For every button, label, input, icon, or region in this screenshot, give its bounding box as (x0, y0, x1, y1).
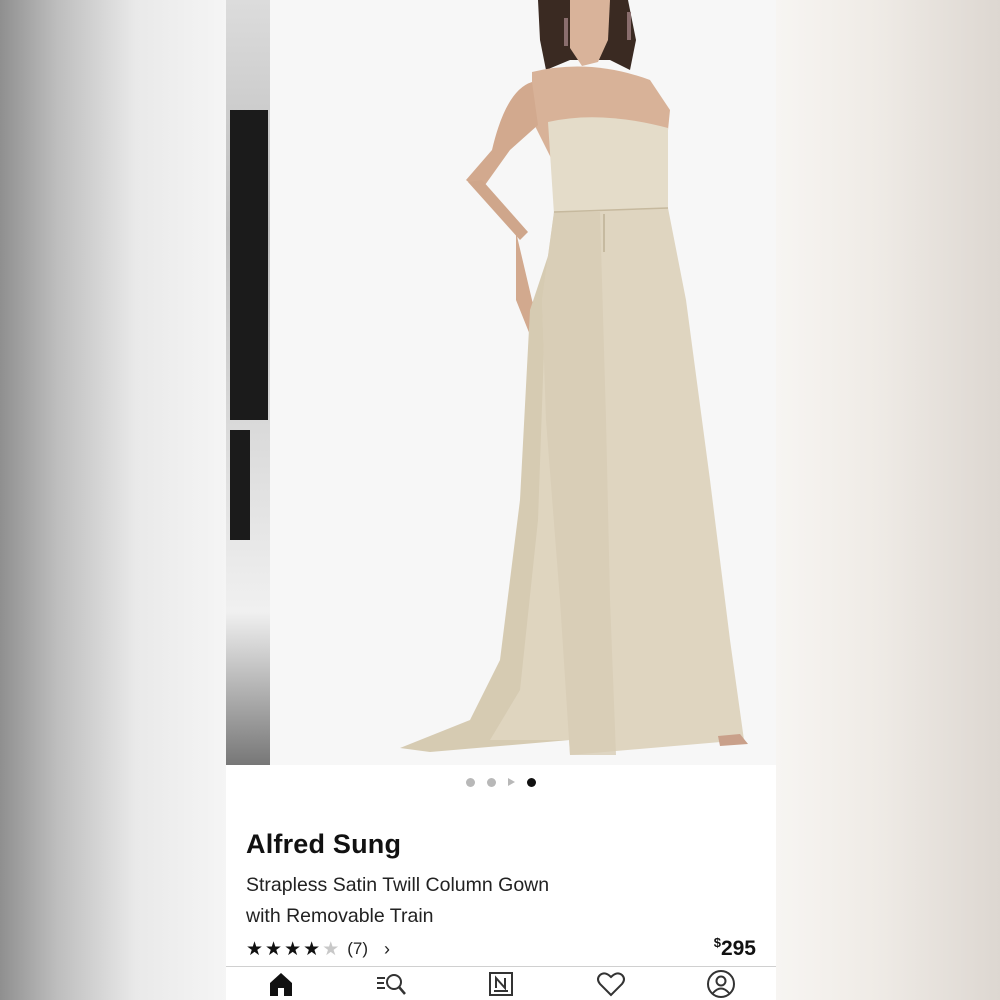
tab-home[interactable] (261, 967, 301, 1000)
heart-icon (597, 972, 625, 997)
carousel-dot-2[interactable] (487, 777, 496, 787)
star-empty-icon: ★ (322, 938, 340, 960)
product-image (400, 0, 748, 755)
star-icon: ★ (246, 938, 264, 960)
carousel-video-indicator-icon[interactable] (508, 778, 515, 786)
tab-account[interactable] (701, 967, 741, 1000)
price: $295 (714, 935, 756, 961)
chevron-right-icon[interactable]: › (384, 939, 390, 960)
previous-image-peek (226, 0, 270, 765)
tab-search[interactable] (371, 967, 411, 1000)
star-icon: ★ (265, 938, 283, 960)
tab-nordstrom[interactable] (481, 967, 521, 1000)
home-icon (270, 973, 292, 996)
rating-row[interactable]: ★ ★ ★ ★ ★ (7) › (246, 937, 390, 961)
carousel-dot-active[interactable] (527, 777, 536, 787)
blurred-background-right (776, 0, 1000, 1000)
price-currency: $ (713, 935, 721, 950)
tab-wishlist[interactable] (591, 967, 631, 1000)
search-icon (377, 974, 406, 995)
bottom-tab-bar (226, 966, 776, 1000)
product-screen: Alfred Sung Strapless Satin Twill Column… (226, 0, 776, 1000)
nordstrom-icon (489, 972, 513, 996)
account-icon (707, 970, 735, 998)
star-icon: ★ (284, 938, 302, 960)
price-amount: 295 (720, 937, 756, 960)
review-count: (7) (347, 939, 369, 958)
product-image-carousel[interactable] (226, 0, 776, 765)
carousel-dot-1[interactable] (466, 777, 475, 787)
star-icon: ★ (303, 938, 321, 960)
brand-name[interactable]: Alfred Sung (246, 829, 401, 860)
carousel-indicator[interactable] (226, 776, 776, 788)
blurred-background-left (0, 0, 226, 1000)
product-title: Strapless Satin Twill Column Gown with R… (246, 874, 550, 927)
